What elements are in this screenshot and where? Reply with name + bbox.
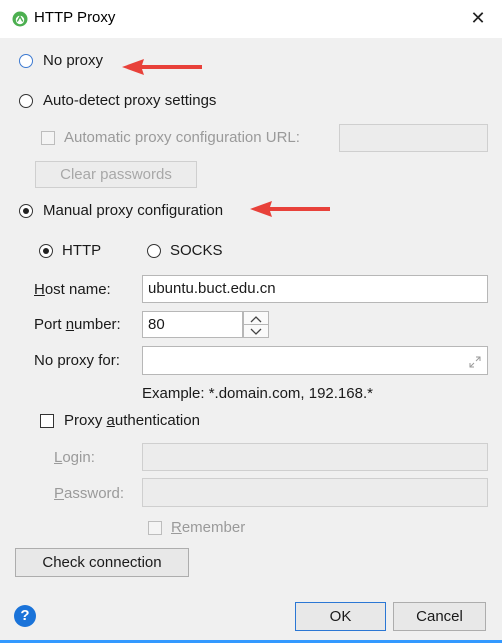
no-proxy-for-field[interactable] — [142, 346, 488, 375]
remember-checkbox — [148, 521, 162, 535]
port-number-label: Port number: — [34, 316, 121, 333]
http-radio[interactable] — [39, 244, 53, 258]
no-proxy-label[interactable]: No proxy — [43, 52, 103, 69]
proxy-authentication-checkbox[interactable] — [40, 414, 54, 428]
auto-detect-label[interactable]: Auto-detect proxy settings — [43, 92, 216, 109]
close-icon[interactable]: ✕ — [468, 8, 488, 28]
http-label[interactable]: HTTP — [62, 242, 101, 259]
clear-passwords-button: Clear passwords — [35, 161, 197, 188]
manual-proxy-label[interactable]: Manual proxy configuration — [43, 202, 223, 219]
auto-detect-radio[interactable] — [19, 94, 33, 108]
login-label: Login: — [54, 449, 95, 466]
auto-config-url-label: Automatic proxy configuration URL: — [64, 129, 300, 146]
expand-icon[interactable] — [468, 355, 482, 369]
auto-config-url-checkbox — [41, 131, 55, 145]
password-field — [142, 478, 488, 507]
annotation-arrow-icon — [250, 201, 330, 217]
annotation-arrow-icon — [122, 59, 202, 75]
socks-label[interactable]: SOCKS — [170, 242, 223, 259]
no-proxy-example-hint: Example: *.domain.com, 192.168.* — [142, 385, 373, 402]
remember-label: Remember — [171, 519, 246, 536]
cancel-button[interactable]: Cancel — [393, 602, 486, 631]
auto-config-url-field — [339, 124, 488, 152]
host-name-label: Host name: — [34, 281, 111, 298]
port-number-field[interactable]: 80 — [142, 311, 243, 338]
password-label: Password: — [54, 485, 125, 502]
android-studio-icon — [12, 11, 28, 27]
socks-radio[interactable] — [147, 244, 161, 258]
port-decrement-button[interactable] — [243, 324, 269, 338]
no-proxy-for-label: No proxy for: — [34, 352, 120, 369]
proxy-authentication-label[interactable]: Proxy authentication — [64, 412, 200, 429]
chevron-down-icon — [250, 328, 262, 335]
ok-button[interactable]: OK — [295, 602, 386, 631]
no-proxy-radio[interactable] — [19, 54, 33, 68]
host-name-field[interactable]: ubuntu.buct.edu.cn — [142, 275, 488, 303]
check-connection-button[interactable]: Check connection — [15, 548, 189, 577]
help-icon[interactable]: ? — [14, 605, 36, 627]
window-title: HTTP Proxy — [34, 9, 116, 26]
login-field — [142, 443, 488, 471]
manual-proxy-radio[interactable] — [19, 204, 33, 218]
port-increment-button[interactable] — [243, 311, 269, 325]
